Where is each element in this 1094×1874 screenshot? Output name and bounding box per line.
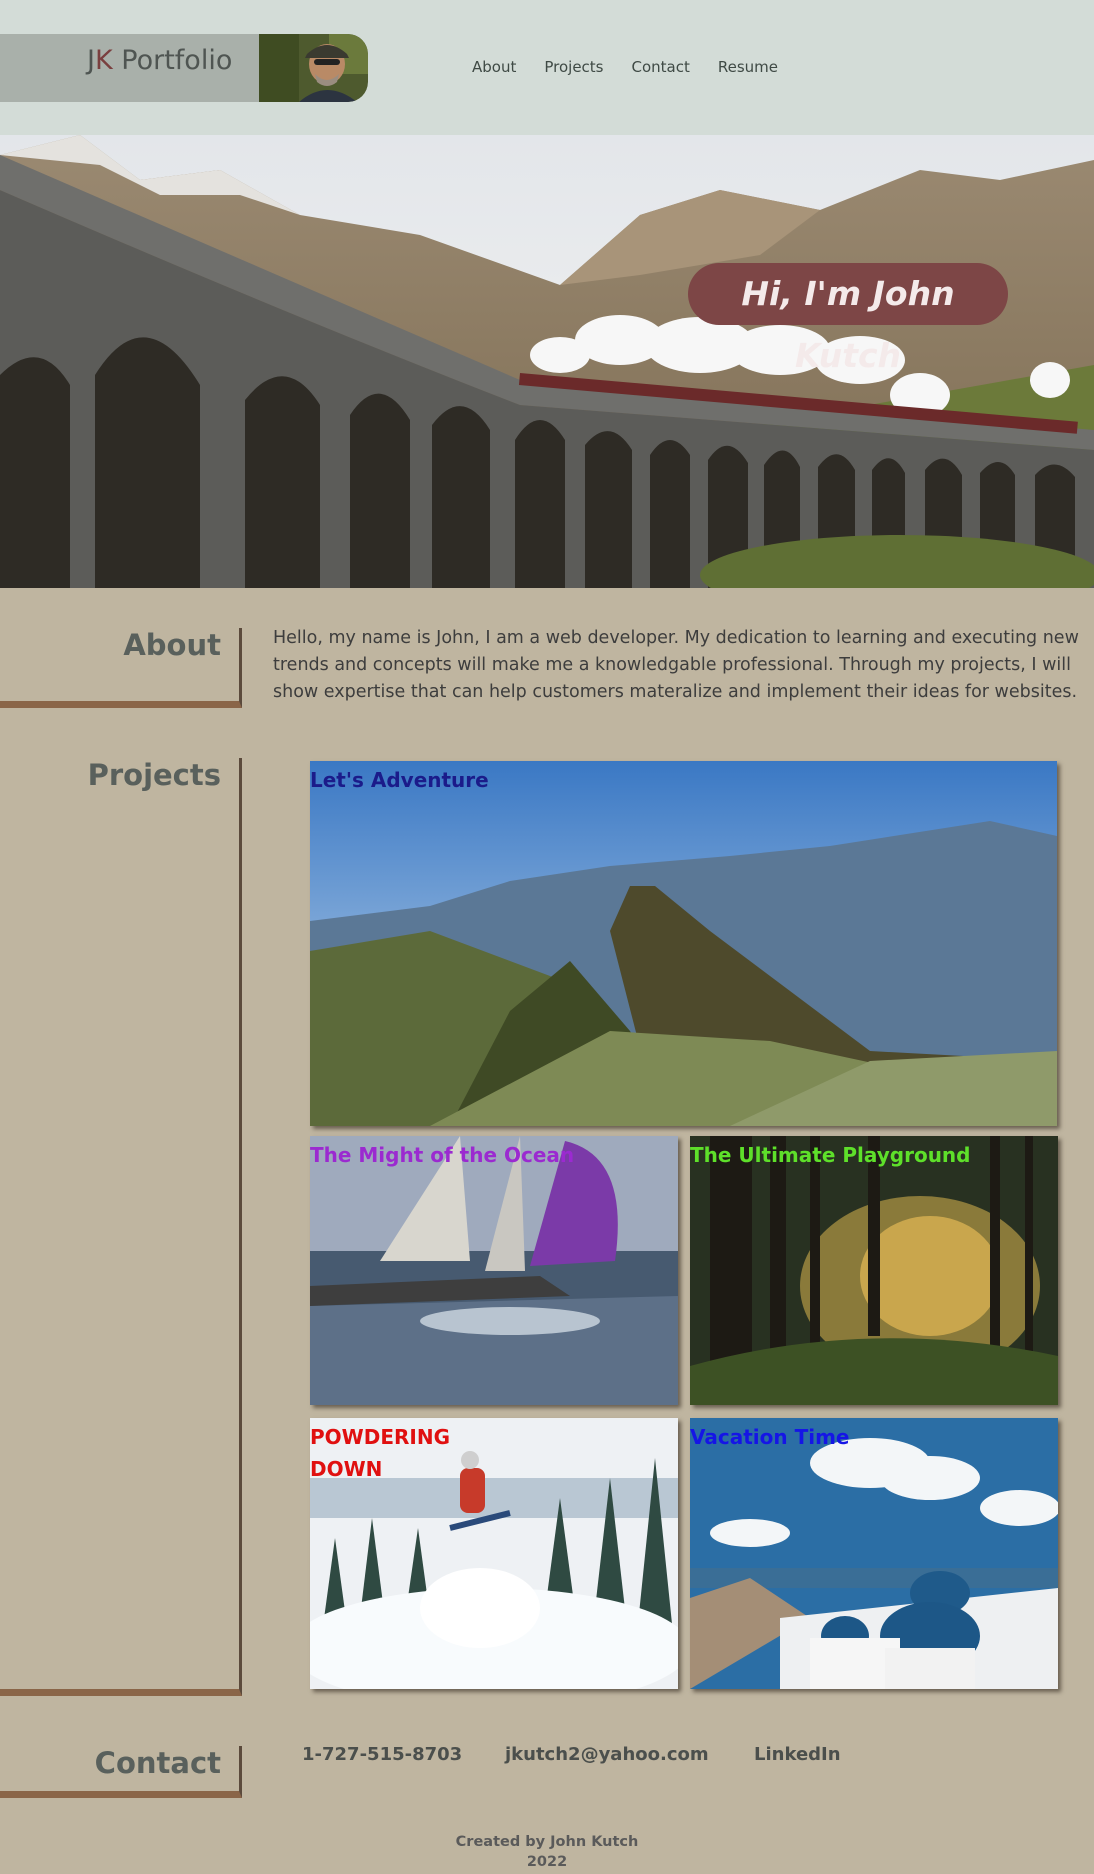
project-label-vacation: Vacation Time	[690, 1425, 850, 1449]
project-label-ocean: The Might of the Ocean	[310, 1143, 575, 1167]
project-card-powdering[interactable]: POWDERING DOWN	[310, 1418, 678, 1689]
projects-heading: Projects	[87, 758, 221, 792]
project-card-ocean[interactable]: The Might of the Ocean	[310, 1136, 678, 1405]
contact-heading-block: Contact	[0, 1746, 242, 1798]
nav-resume-link[interactable]: Resume	[718, 58, 778, 76]
main-nav: About Projects Contact Resume	[472, 58, 806, 76]
about-heading: About	[123, 628, 221, 662]
brand-block[interactable]: JK Portfolio	[0, 34, 368, 102]
hero-banner: Hi, I'm John Kutch	[0, 135, 1094, 588]
project-image-playground	[690, 1136, 1058, 1405]
project-image-ocean	[310, 1136, 678, 1405]
contact-list: 1-727-515-8703 jkutch2@yahoo.com LinkedI…	[302, 1744, 841, 1765]
contact-phone[interactable]: 1-727-515-8703	[302, 1744, 505, 1765]
project-label-adventure: Let's Adventure	[310, 768, 489, 792]
hero-title: Hi, I'm John Kutch	[688, 263, 1008, 375]
project-card-playground[interactable]: The Ultimate Playground	[690, 1136, 1058, 1405]
project-label-powdering: POWDERING DOWN	[310, 1425, 450, 1481]
project-card-adventure[interactable]: Let's Adventure	[310, 761, 1057, 1126]
contact-linkedin-link[interactable]: LinkedIn	[754, 1744, 841, 1765]
contact-email[interactable]: jkutch2@yahoo.com	[505, 1744, 754, 1765]
footer-year: 2022	[526, 1854, 568, 1870]
project-image-vacation	[690, 1418, 1058, 1689]
about-text: Hello, my name is John, I am a web devel…	[273, 628, 1079, 702]
site-footer: Created by John Kutch 2022	[0, 1832, 1094, 1872]
nav-projects-link[interactable]: Projects	[544, 58, 603, 76]
site-header: JK Portfolio About Projects Contact Resu…	[0, 0, 1094, 135]
project-label-playground: The Ultimate Playground	[690, 1143, 971, 1167]
contact-heading: Contact	[94, 1746, 221, 1780]
project-image-adventure	[310, 761, 1057, 1126]
nav-about-link[interactable]: About	[472, 58, 516, 76]
nav-contact-link[interactable]: Contact	[632, 58, 690, 76]
hero-viaduct-image	[0, 135, 1094, 588]
about-heading-block: About	[0, 628, 242, 708]
footer-credit: Created by John Kutch	[455, 1834, 639, 1850]
brand-logo-text: JK Portfolio	[87, 45, 233, 76]
projects-heading-block: Projects	[0, 758, 242, 1696]
avatar	[259, 34, 368, 102]
project-card-vacation[interactable]: Vacation Time	[690, 1418, 1058, 1689]
